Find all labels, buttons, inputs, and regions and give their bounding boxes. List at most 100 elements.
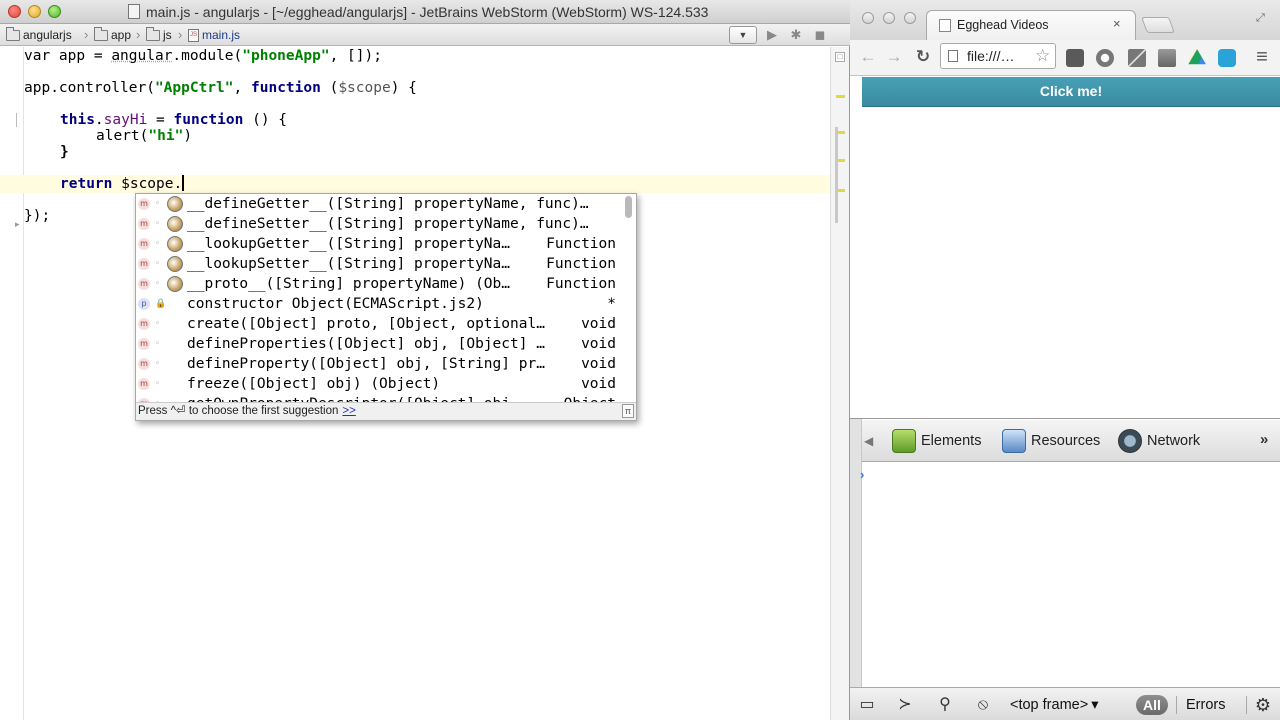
visibility-icon: ◦ xyxy=(155,199,161,209)
devtools-tab-label: Network xyxy=(1147,433,1201,449)
stop-icon[interactable]: ◼ xyxy=(812,27,828,43)
tab-scroll-left-icon[interactable]: ◀ xyxy=(864,434,873,448)
completion-item-text: freeze([Object] obj) (Object) xyxy=(187,376,441,392)
console-icon[interactable]: ≻ xyxy=(894,694,916,716)
method-kind-icon: m xyxy=(138,258,150,270)
completion-item[interactable]: m ◦ __defineSetter__([String] propertyName… xyxy=(136,214,626,234)
editor-scrollbar[interactable] xyxy=(835,127,838,223)
code-text: ) xyxy=(183,128,193,144)
devtools-tab-label: Elements xyxy=(921,433,982,449)
breadcrumb-angularjs[interactable]: angularjs xyxy=(6,26,72,43)
completion-scrollbar[interactable] xyxy=(625,196,632,218)
pocket-extension-icon[interactable] xyxy=(1066,49,1084,67)
minimize-window-button[interactable] xyxy=(883,12,895,24)
devtools-tab-resources[interactable]: Resources xyxy=(1002,428,1100,454)
menu-icon[interactable]: ≡ xyxy=(1252,46,1272,68)
completion-item[interactable]: m ◦ defineProperties([Object] obj, [Object… xyxy=(136,334,626,354)
devtools-tab-label: Resources xyxy=(1031,433,1101,449)
code-line-3[interactable]: app.controller("AppCtrl", function ($sco… xyxy=(24,79,417,97)
gear-icon[interactable]: ⚙ xyxy=(1252,694,1274,716)
pi-icon[interactable]: π xyxy=(622,404,634,418)
inspection-status-icon[interactable]: □ xyxy=(835,52,845,62)
clear-console-icon[interactable]: ⦸ xyxy=(972,694,994,716)
more-tabs-icon[interactable]: » xyxy=(1260,431,1268,448)
click-me-button[interactable]: Click me! xyxy=(862,77,1280,107)
visibility-icon: ◦ xyxy=(155,239,161,249)
code-line-1[interactable]: var app = angular.module("phoneApp", [])… xyxy=(24,47,382,65)
reload-button[interactable]: ↻ xyxy=(912,46,934,68)
tab-egghead-videos[interactable]: Egghead Videos × xyxy=(926,10,1136,40)
forward-button[interactable]: → xyxy=(884,46,904,68)
code-text: }); xyxy=(24,208,51,224)
fold-marker[interactable] xyxy=(16,113,24,127)
new-tab-button[interactable] xyxy=(1141,17,1175,33)
breadcrumb-js[interactable]: js xyxy=(146,26,172,43)
completion-more-link[interactable]: >> xyxy=(342,405,355,417)
bookmark-star-icon[interactable]: ☆ xyxy=(1035,46,1050,66)
devtools-tabbar: ◀ Elements Resources Network » xyxy=(862,420,1280,462)
code-line-7[interactable]: } xyxy=(60,143,69,161)
drive-extension-icon[interactable] xyxy=(1188,49,1206,65)
debug-icon[interactable]: ✱ xyxy=(788,27,804,43)
sync-extension-icon[interactable] xyxy=(1158,49,1176,67)
breadcrumb-app[interactable]: app xyxy=(94,26,131,43)
completion-item-text: create([Object] proto, [Object, optional… xyxy=(187,316,545,332)
filter-errors-button[interactable]: Errors xyxy=(1186,694,1225,716)
search-icon[interactable]: ⚲ xyxy=(934,694,956,716)
devtools-tab-network[interactable]: Network xyxy=(1118,428,1200,454)
breadcrumb-separator: › xyxy=(84,27,89,42)
inherited-member-icon xyxy=(167,196,183,212)
code-line-6[interactable]: alert("hi") xyxy=(96,127,192,145)
extension-icon[interactable] xyxy=(1218,49,1236,67)
js-file-icon: JS xyxy=(188,28,199,42)
page-icon xyxy=(948,50,958,62)
completion-item[interactable]: m ◦ __lookupSetter__([String] propertyNa… F… xyxy=(136,254,626,274)
divider xyxy=(1176,696,1177,714)
back-button[interactable]: ← xyxy=(858,46,878,68)
completion-item[interactable]: m ◦ defineProperty([Object] obj, [String] … xyxy=(136,354,626,374)
close-window-button[interactable] xyxy=(862,12,874,24)
completion-item[interactable]: p 🔒 constructor Object(ECMAScript.js2) * xyxy=(136,294,626,314)
run-config-dropdown[interactable]: ▼ xyxy=(729,26,757,44)
visibility-icon: ◦ xyxy=(155,219,161,229)
dock-icon[interactable]: ▭ xyxy=(856,694,878,716)
method-kind-icon: m xyxy=(138,198,150,210)
code-line-11[interactable]: }); xyxy=(24,207,50,225)
method-kind-icon: m xyxy=(138,238,150,250)
gutter-divider xyxy=(23,47,24,720)
completion-item[interactable]: m ◦ __defineGetter__([String] propertyName… xyxy=(136,194,626,214)
console-prompt-icon[interactable]: › xyxy=(860,467,864,482)
breadcrumb-label: main.js xyxy=(202,28,241,42)
warning-mark[interactable] xyxy=(836,95,845,98)
address-bar[interactable]: file:///… ☆ xyxy=(940,43,1056,69)
completion-item[interactable]: m◦getOwnPropertyDescriptor([Object] obj…… xyxy=(136,394,626,402)
completion-item-text: __lookupGetter__([String] propertyNa… xyxy=(187,236,511,252)
minimize-window-button[interactable] xyxy=(28,5,41,18)
divider xyxy=(1246,696,1247,714)
code-line-9[interactable]: return $scope. xyxy=(60,175,185,193)
code-text: , xyxy=(233,80,251,96)
breadcrumb-main-js[interactable]: JS main.js xyxy=(188,27,240,43)
completion-item[interactable]: m ◦ __proto__([String] propertyName) (Ob… F… xyxy=(136,274,626,294)
close-window-button[interactable] xyxy=(8,5,21,18)
completion-item[interactable]: m ◦ __lookupGetter__([String] propertyNa… F… xyxy=(136,234,626,254)
zoom-window-button[interactable] xyxy=(904,12,916,24)
navigation-bar: angularjs › app › js › JS main.js ▼ ▶ ✱ … xyxy=(0,24,850,46)
visibility-icon: ◦ xyxy=(155,359,161,369)
completion-item-text: defineProperty([Object] obj, [String] pr… xyxy=(187,356,545,372)
completion-item-type: Function xyxy=(546,236,616,252)
completion-item[interactable]: m ◦ create([Object] proto, [Object, option… xyxy=(136,314,626,334)
devtools-tab-elements[interactable]: Elements xyxy=(892,428,981,454)
tab-close-icon[interactable]: × xyxy=(1113,16,1121,31)
download-extension-icon[interactable] xyxy=(1096,49,1114,67)
completion-item[interactable]: m ◦ freeze([Object] obj) (Object) void xyxy=(136,374,626,394)
fold-arrow-icon[interactable]: ▸ xyxy=(15,219,20,230)
eyedropper-extension-icon[interactable] xyxy=(1128,49,1146,67)
filter-all-button[interactable]: All xyxy=(1136,695,1168,715)
fullscreen-icon[interactable]: ⤢ xyxy=(1256,12,1268,24)
run-icon[interactable]: ▶ xyxy=(764,27,780,43)
completion-item-text: __defineGetter__([String] propertyName, … xyxy=(187,196,589,212)
zoom-window-button[interactable] xyxy=(48,5,61,18)
frame-selector[interactable]: <top frame> ▾ xyxy=(1010,694,1098,716)
ide-window: main.js - angularjs - [~/egghead/angular… xyxy=(0,0,850,720)
